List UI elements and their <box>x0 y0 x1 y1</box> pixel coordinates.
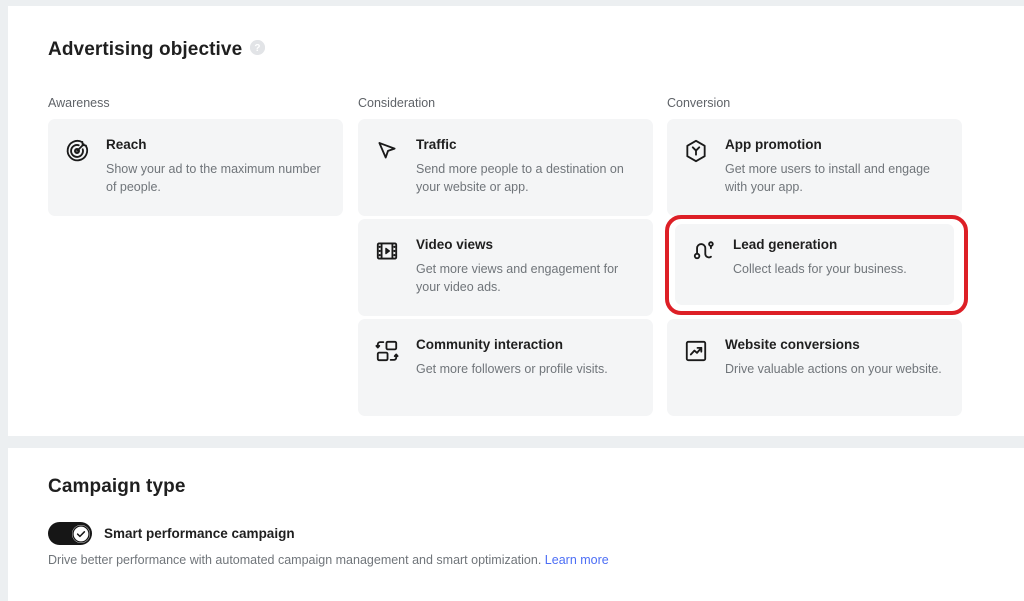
smart-performance-campaign-row[interactable]: Smart performance campaign <box>48 522 295 545</box>
column-header-awareness: Awareness <box>48 96 110 110</box>
objective-card-reach[interactable]: Reach Show your ad to the maximum number… <box>48 119 343 216</box>
objective-card-title: App promotion <box>725 137 822 152</box>
film-strip-play-icon <box>374 238 400 264</box>
toggle-knob <box>71 524 90 543</box>
advertising-objective-title-text: Advertising objective <box>48 39 243 60</box>
campaign-type-panel: Campaign type Smart performance campaign… <box>8 448 1024 601</box>
objective-card-description: Send more people to a destination on you… <box>416 162 624 194</box>
hexagon-app-icon <box>683 138 709 164</box>
campaign-type-description: Drive better performance with automated … <box>48 553 609 567</box>
learn-more-link[interactable]: Learn more <box>545 553 609 567</box>
objective-card-description: Get more followers or profile visits. <box>416 362 608 376</box>
column-header-conversion: Conversion <box>667 96 731 110</box>
lead-flow-icon <box>691 238 717 264</box>
trend-up-box-icon <box>683 338 709 364</box>
page-title: Advertising objective? <box>48 39 266 61</box>
objective-card-title: Video views <box>416 237 494 252</box>
community-exchange-icon <box>374 338 400 364</box>
column-header-consideration: Consideration <box>358 96 436 110</box>
page-background: Advertising objective? Awareness Conside… <box>0 0 1024 601</box>
help-circle-icon[interactable]: ? <box>250 40 266 56</box>
objective-card-description: Drive valuable actions on your website. <box>725 362 942 376</box>
objective-card-title: Lead generation <box>733 237 838 252</box>
objective-card-lead-generation[interactable]: Lead generation Collect leads for your b… <box>675 224 954 305</box>
objective-card-description: Show your ad to the maximum number of pe… <box>106 162 321 194</box>
objective-card-website-conversions[interactable]: Website conversions Drive valuable actio… <box>667 319 962 416</box>
cursor-pointer-icon <box>374 138 400 164</box>
objective-card-description: Get more users to install and engage wit… <box>725 162 930 194</box>
objective-card-traffic[interactable]: Traffic Send more people to a destinatio… <box>358 119 653 216</box>
objective-card-app-promotion[interactable]: App promotion Get more users to install … <box>667 119 962 216</box>
campaign-type-title: Campaign type <box>48 476 186 497</box>
campaign-type-description-text: Drive better performance with automated … <box>48 553 542 567</box>
advertising-objective-panel: Advertising objective? Awareness Conside… <box>8 6 1024 436</box>
objective-card-title: Community interaction <box>416 337 564 352</box>
target-arrow-icon <box>64 138 90 164</box>
objective-card-title: Website conversions <box>725 337 860 352</box>
objective-card-description: Get more views and engagement for your v… <box>416 262 619 294</box>
smart-performance-campaign-label: Smart performance campaign <box>104 526 295 541</box>
objective-card-video-views[interactable]: Video views Get more views and engagemen… <box>358 219 653 316</box>
objective-card-title: Reach <box>106 137 147 152</box>
svg-text:?: ? <box>255 43 261 54</box>
objective-card-description: Collect leads for your business. <box>733 262 907 276</box>
objective-card-community-interaction[interactable]: Community interaction Get more followers… <box>358 319 653 416</box>
objective-card-title: Traffic <box>416 137 457 152</box>
smart-performance-campaign-toggle[interactable] <box>48 522 92 545</box>
check-icon <box>71 524 90 543</box>
